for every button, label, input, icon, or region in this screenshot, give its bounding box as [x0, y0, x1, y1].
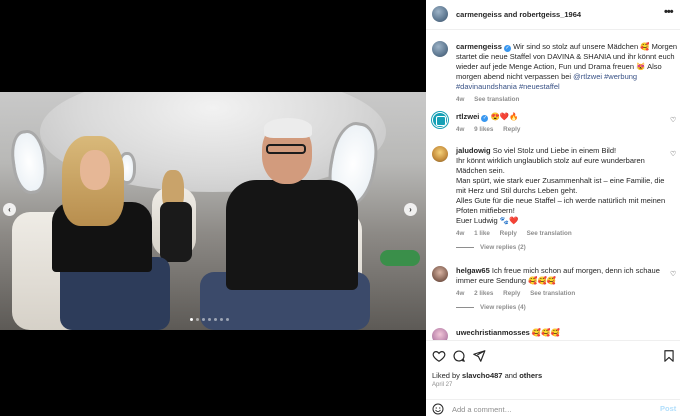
carousel-dot [196, 318, 199, 321]
share-icon[interactable] [472, 349, 486, 363]
comment-text-line: Man spürt, wie stark euer Zusammenhalt i… [456, 176, 665, 195]
reply-button[interactable]: Reply [503, 126, 520, 133]
comment-likes[interactable]: 1 like [474, 230, 490, 237]
post-footer: Liked by slavcho487 and others April 27 … [426, 340, 680, 416]
avatar[interactable] [432, 6, 448, 22]
avatar[interactable] [432, 328, 448, 340]
verified-icon: ✓ [503, 45, 511, 52]
comment-text-line: Alles Gute für die neue Staffel – ich we… [456, 196, 666, 215]
carousel-dot [202, 318, 205, 321]
caption-mention[interactable]: @rtlzwei [573, 72, 602, 81]
post-header: carmengeiss and robertgeiss_1964 ••• [426, 0, 680, 30]
avatar[interactable] [432, 112, 448, 128]
post-comment-button[interactable]: Post [660, 404, 676, 413]
reply-button[interactable]: Reply [500, 230, 517, 237]
view-replies-button[interactable]: View replies (2) [456, 243, 670, 253]
comment-likes[interactable]: 2 likes [474, 290, 493, 297]
verified-icon: ✓ [481, 115, 489, 122]
add-comment-input[interactable] [452, 403, 622, 415]
comments-scroll[interactable]: carmengeiss ✓ Wir sind so stolz auf unse… [426, 30, 680, 340]
like-comment-icon[interactable]: ♡ [670, 270, 676, 278]
comment-text: 😍❤️🔥 [490, 112, 519, 121]
avatar[interactable] [432, 41, 448, 57]
comment-text: 🥰🥰🥰 [531, 328, 560, 337]
comment-time: 4w [456, 230, 465, 237]
see-translation-link[interactable]: See translation [474, 96, 519, 103]
carousel-dots [190, 318, 229, 321]
like-comment-icon[interactable]: ♡ [670, 150, 676, 158]
carousel-dot [220, 318, 223, 321]
comment-username[interactable]: rtlzwei [456, 112, 479, 121]
post-date: April 27 [432, 382, 453, 388]
view-replies-button[interactable]: View replies (4) [456, 303, 670, 313]
post-media-pane: ‹ › [0, 0, 426, 416]
comment-text-line: So viel Stolz und Liebe in einem Bild! [492, 146, 617, 155]
like-comment-icon[interactable]: ♡ [670, 116, 676, 124]
comment-text-line: Euer Ludwig 🐾❤️ [456, 216, 519, 225]
comment-time: 4w [456, 126, 465, 133]
caption-time: 4w [456, 96, 465, 103]
carousel-dot [190, 318, 193, 321]
comment-text-line: Ihr könnt wirklich unglaublich stolz auf… [456, 156, 645, 175]
avatar[interactable] [432, 146, 448, 162]
post-photo [0, 92, 426, 330]
carousel-dot [208, 318, 211, 321]
see-translation-link[interactable]: See translation [530, 290, 575, 297]
comment-likes[interactable]: 9 likes [474, 126, 493, 133]
comment-username[interactable]: uwechristianmosses [456, 328, 530, 337]
liked-by-user-link[interactable]: slavcho487 [462, 371, 502, 380]
likes-others-link[interactable]: others [519, 371, 542, 380]
post-side-panel: carmengeiss and robertgeiss_1964 ••• car… [426, 0, 680, 416]
add-comment-bar: Post [426, 399, 680, 416]
carousel-prev-button[interactable]: ‹ [3, 203, 16, 216]
comment-username[interactable]: jaludowig [456, 146, 491, 155]
carousel-next-button[interactable]: › [404, 203, 417, 216]
bookmark-icon[interactable] [662, 349, 676, 363]
comment-icon[interactable] [452, 349, 466, 363]
emoji-icon[interactable] [432, 403, 444, 415]
caption-username[interactable]: carmengeiss [456, 42, 502, 51]
avatar[interactable] [432, 266, 448, 282]
likes-summary: Liked by slavcho487 and others [432, 371, 543, 380]
comment-username[interactable]: helgaw65 [456, 266, 490, 275]
comment-time: 4w [456, 290, 465, 297]
carousel-dot [226, 318, 229, 321]
ellipsis-icon[interactable]: ••• [664, 6, 674, 18]
carousel-dot [214, 318, 217, 321]
instagram-post-view: ‹ › carmengeiss and robertgeiss_1964 •••… [0, 0, 680, 416]
heart-icon[interactable] [432, 349, 446, 363]
see-translation-link[interactable]: See translation [527, 230, 572, 237]
reply-button[interactable]: Reply [503, 290, 520, 297]
post-authors[interactable]: carmengeiss and robertgeiss_1964 [456, 10, 581, 19]
